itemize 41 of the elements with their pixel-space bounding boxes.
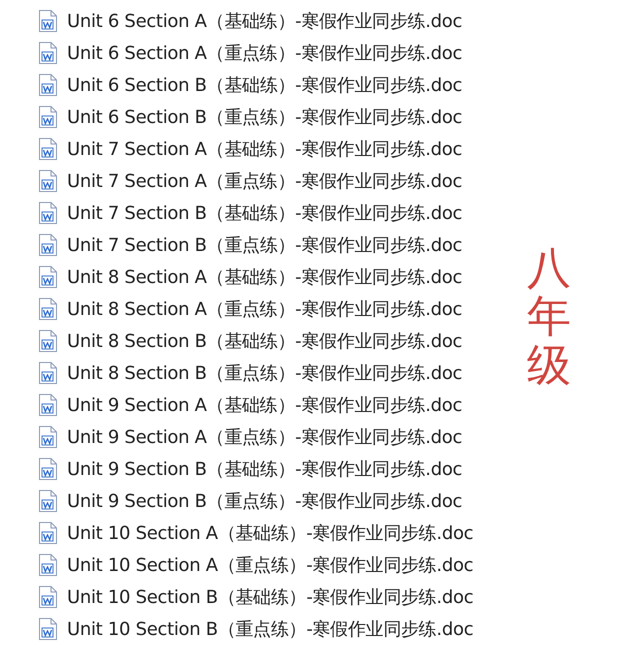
file-name[interactable]: Unit 9 Section A（重点练）-寒假作业同步练.doc bbox=[67, 424, 462, 450]
file-name[interactable]: Unit 9 Section B（重点练）-寒假作业同步练.doc bbox=[67, 488, 462, 514]
file-name[interactable]: Unit 6 Section B（基础练）-寒假作业同步练.doc bbox=[67, 72, 462, 98]
word-document-icon bbox=[38, 521, 58, 545]
file-name[interactable]: Unit 9 Section B（基础练）-寒假作业同步练.doc bbox=[67, 456, 462, 482]
word-document-icon bbox=[38, 297, 58, 321]
file-name[interactable]: Unit 6 Section A（基础练）-寒假作业同步练.doc bbox=[67, 8, 462, 34]
file-name[interactable]: Unit 7 Section B（重点练）-寒假作业同步练.doc bbox=[67, 232, 462, 258]
file-name[interactable]: Unit 9 Section A（基础练）-寒假作业同步练.doc bbox=[67, 392, 462, 418]
file-name[interactable]: Unit 7 Section A（基础练）-寒假作业同步练.doc bbox=[67, 136, 462, 162]
word-document-icon bbox=[38, 137, 58, 161]
word-document-icon bbox=[38, 169, 58, 193]
grade-label: 八年级 bbox=[527, 245, 571, 390]
word-document-icon bbox=[38, 105, 58, 129]
word-document-icon bbox=[38, 457, 58, 481]
word-document-icon bbox=[38, 425, 58, 449]
word-document-icon bbox=[38, 585, 58, 609]
file-name[interactable]: Unit 10 Section A（重点练）-寒假作业同步练.doc bbox=[67, 552, 474, 578]
word-document-icon bbox=[38, 329, 58, 353]
file-name[interactable]: Unit 10 Section B（重点练）-寒假作业同步练.doc bbox=[67, 616, 474, 642]
file-name[interactable]: Unit 7 Section B（基础练）-寒假作业同步练.doc bbox=[67, 200, 462, 226]
file-name[interactable]: Unit 8 Section B（重点练）-寒假作业同步练.doc bbox=[67, 360, 462, 386]
word-document-icon bbox=[38, 617, 58, 641]
word-document-icon bbox=[38, 233, 58, 257]
word-document-icon bbox=[38, 553, 58, 577]
word-document-icon bbox=[38, 361, 58, 385]
file-name[interactable]: Unit 8 Section B（基础练）-寒假作业同步练.doc bbox=[67, 328, 462, 354]
word-document-icon bbox=[38, 393, 58, 417]
file-name[interactable]: Unit 6 Section A（重点练）-寒假作业同步练.doc bbox=[67, 40, 462, 66]
file-name[interactable]: Unit 10 Section A（基础练）-寒假作业同步练.doc bbox=[67, 520, 474, 546]
word-document-icon bbox=[38, 489, 58, 513]
word-document-icon bbox=[38, 9, 58, 33]
word-document-icon bbox=[38, 41, 58, 65]
word-document-icon bbox=[38, 73, 58, 97]
file-name[interactable]: Unit 8 Section A（重点练）-寒假作业同步练.doc bbox=[67, 296, 462, 322]
file-name[interactable]: Unit 6 Section B（重点练）-寒假作业同步练.doc bbox=[67, 104, 462, 130]
word-document-icon bbox=[38, 265, 58, 289]
word-document-icon bbox=[38, 201, 58, 225]
file-name[interactable]: Unit 10 Section B（基础练）-寒假作业同步练.doc bbox=[67, 584, 474, 610]
file-name[interactable]: Unit 7 Section A（重点练）-寒假作业同步练.doc bbox=[67, 168, 462, 194]
file-name[interactable]: Unit 8 Section A（基础练）-寒假作业同步练.doc bbox=[67, 264, 462, 290]
